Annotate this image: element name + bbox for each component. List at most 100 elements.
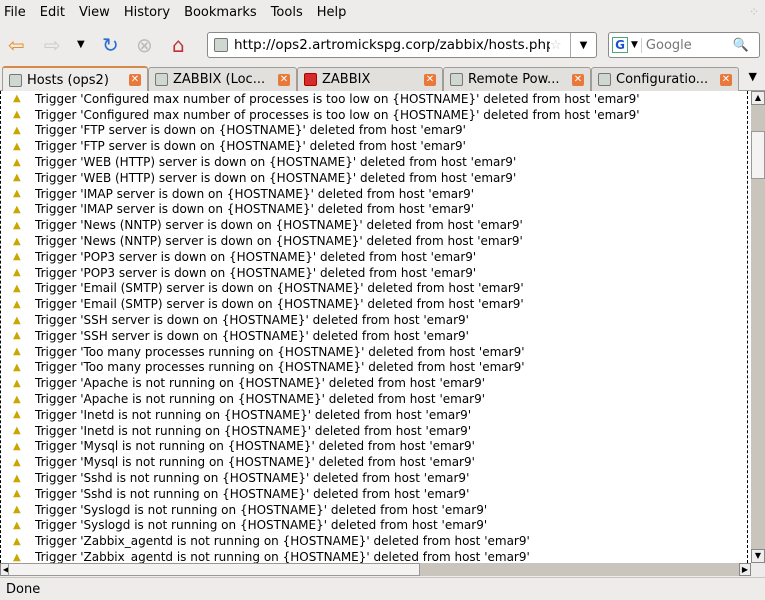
menu-bar: File Edit View History Bookmarks Tools Help [0,0,765,25]
message-text: Trigger 'SSH server is down on {HOSTNAME… [35,328,469,343]
warning-icon: ▲ [13,330,21,342]
tab-label: Remote Pow... [468,72,560,87]
tab-2[interactable]: ZABBIX ✕ [297,67,443,91]
message-text: Trigger 'Email (SMTP) server is down on … [35,281,524,296]
menu-history[interactable]: History [124,5,170,20]
list-item: ▲ Trigger 'WEB (HTTP) server is down on {… [1,170,751,186]
message-text: Trigger 'IMAP server is down on {HOSTNAM… [35,202,475,217]
back-button[interactable]: ⇦ [8,33,25,57]
list-item: ▲ Trigger 'Configured max number of proce… [1,91,751,107]
close-tab-icon[interactable]: ✕ [129,74,141,86]
message-text: Trigger 'News (NNTP) server is down on {… [35,218,523,233]
warning-icon: ▲ [13,235,21,247]
menu-view[interactable]: View [79,5,110,20]
home-button[interactable]: ⌂ [172,33,185,57]
warning-icon: ▲ [13,346,21,358]
close-tab-icon[interactable]: ✕ [424,73,436,86]
url-text[interactable]: http://ops2.artromickspg.corp/zabbix/hos… [234,37,550,53]
message-text: Trigger 'WEB (HTTP) server is down on {H… [35,155,517,170]
vertical-scroll-thumb[interactable] [751,131,765,179]
engine-dropdown-icon[interactable]: ▼ [631,40,638,50]
forward-button[interactable]: ⇨ [44,33,61,57]
list-item: ▲ Trigger 'Zabbix_agentd is not running o… [1,549,751,563]
warning-icon: ▲ [13,282,21,294]
warning-icon: ▲ [13,267,21,279]
tab-0[interactable]: Hosts (ops2) ✕ [2,66,148,92]
tab-4[interactable]: Configuratio... ✕ [591,67,739,91]
list-item: ▲ Trigger 'SSH server is down on {HOSTNAM… [1,328,751,344]
warning-icon: ▲ [13,93,21,105]
list-item: ▲ Trigger 'Apache is not running on {HOST… [1,375,751,391]
warning-icon: ▲ [13,472,21,484]
close-tab-icon[interactable]: ✕ [720,73,732,86]
status-text: Done [6,581,41,597]
warning-icon: ▲ [13,440,21,452]
menu-edit[interactable]: Edit [40,5,65,20]
tab-1[interactable]: ZABBIX (Loc... ✕ [148,67,297,91]
warning-icon: ▲ [13,488,21,500]
close-tab-icon[interactable]: ✕ [278,73,290,86]
menu-file[interactable]: File [4,5,26,20]
message-text: Trigger 'POP3 server is down on {HOSTNAM… [35,265,477,280]
message-text: Trigger 'Mysql is not running on {HOSTNA… [35,439,475,454]
url-dropdown-button[interactable]: ▼ [570,33,596,57]
message-text: Trigger 'Mysql is not running on {HOSTNA… [35,455,475,470]
message-list: ▲ Trigger 'Configured max number of proce… [0,91,751,563]
tab-3[interactable]: Remote Pow... ✕ [443,67,591,91]
message-text: Trigger 'Configured max number of proces… [35,107,640,122]
reload-button[interactable]: ↻ [102,33,119,57]
message-text: Trigger 'Syslogd is not running on {HOST… [35,518,488,533]
message-text: Trigger 'Apache is not running on {HOSTN… [35,376,486,391]
list-item: ▲ Trigger 'Configured max number of proce… [1,107,751,123]
menu-bookmarks[interactable]: Bookmarks [184,5,257,20]
url-bar[interactable]: http://ops2.artromickspg.corp/zabbix/hos… [207,32,597,58]
menu-tools[interactable]: Tools [271,5,303,20]
tab-list-button[interactable]: ▼ [749,70,757,83]
scroll-down-button[interactable]: ▼ [751,549,765,563]
warning-icon: ▲ [13,456,21,468]
warning-icon: ▲ [13,504,21,516]
message-text: Trigger 'FTP server is down on {HOSTNAME… [35,123,466,138]
close-tab-icon[interactable]: ✕ [572,73,584,86]
scroll-up-button[interactable]: ▲ [751,91,765,105]
list-item: ▲ Trigger 'Mysql is not running on {HOSTN… [1,454,751,470]
page-icon [155,73,168,86]
message-text: Trigger 'Zabbix_agentd is not running on… [35,534,530,549]
list-item: ▲ Trigger 'Sshd is not running on {HOSTNA… [1,486,751,502]
tab-bar: Hosts (ops2) ✕ ZABBIX (Loc... ✕ ZABBIX ✕ Remot… [0,66,765,92]
list-item: ▲ Trigger 'Too many processes running on … [1,360,751,376]
message-text: Trigger 'IMAP server is down on {HOSTNAM… [35,186,475,201]
message-text: Trigger 'News (NNTP) server is down on {… [35,234,523,249]
vertical-scrollbar[interactable]: ▲ ▼ [751,91,765,563]
search-input[interactable] [640,37,733,53]
message-text: Trigger 'POP3 server is down on {HOSTNAM… [35,249,477,264]
warning-icon: ▲ [13,519,21,531]
list-item: ▲ Trigger 'Email (SMTP) server is down on… [1,281,751,297]
warning-icon: ▲ [13,172,21,184]
tab-label: Configuratio... [616,72,709,87]
message-text: Trigger 'SSH server is down on {HOSTNAME… [35,313,469,328]
list-item: ▲ Trigger 'News (NNTP) server is down on … [1,217,751,233]
warning-icon: ▲ [13,409,21,421]
menu-help[interactable]: Help [317,5,347,20]
list-item: ▲ Trigger 'Inetd is not running on {HOSTN… [1,407,751,423]
page-icon [450,73,463,86]
horizontal-scroll-thumb[interactable] [8,563,420,576]
search-icon[interactable]: 🔍 [733,38,749,53]
message-text: Trigger 'Sshd is not running on {HOSTNAM… [35,486,470,501]
list-item: ▲ Trigger 'Zabbix_agentd is not running o… [1,533,751,549]
scroll-right-button[interactable]: ▶ [739,563,751,576]
bookmark-star-icon[interactable]: ☆ [550,38,570,53]
tab-label: ZABBIX [322,72,371,87]
list-item: ▲ Trigger 'Syslogd is not running on {HOS… [1,518,751,534]
warning-icon: ▲ [13,251,21,263]
message-text: Trigger 'Sshd is not running on {HOSTNAM… [35,471,470,486]
stop-button[interactable]: ⊗ [136,33,153,57]
history-dropdown-icon[interactable]: ▼ [77,39,85,50]
google-engine-icon[interactable]: G [612,37,628,53]
site-icon [214,38,228,52]
list-item: ▲ Trigger 'FTP server is down on {HOSTNAM… [1,123,751,139]
horizontal-scrollbar[interactable]: ◀ ▶ [0,563,751,576]
message-text: Trigger 'Email (SMTP) server is down on … [35,297,524,312]
warning-icon: ▲ [13,361,21,373]
